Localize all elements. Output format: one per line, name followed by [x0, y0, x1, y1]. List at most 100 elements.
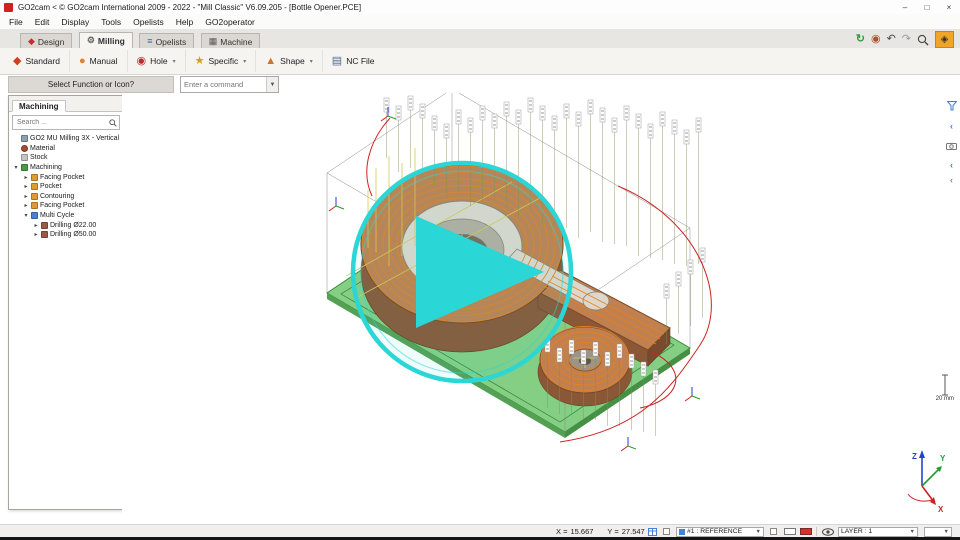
tab-machine[interactable]: ▦ Machine	[201, 33, 261, 49]
layer-label: LAYER : 1	[841, 528, 872, 535]
machining-panel: Machining GO2 MU Milling 3X - Vertical M…	[8, 95, 124, 510]
chevron-left-green-icon[interactable]: ‹	[950, 161, 953, 170]
drilling-icon	[41, 231, 48, 238]
tree-item-label: Multi Cycle	[40, 212, 74, 219]
redo-icon[interactable]: ↷	[902, 34, 911, 45]
tree-item-label: Material	[30, 145, 55, 152]
tree-item-material[interactable]: Material	[9, 144, 123, 154]
tree-item-facing-pocket[interactable]: ▸ Facing Pocket	[9, 172, 123, 182]
maximize-button[interactable]: □	[916, 0, 938, 14]
search-icon	[109, 119, 117, 127]
menu-go2operator[interactable]: GO2operator	[199, 17, 261, 27]
filter-icon[interactable]	[947, 98, 957, 116]
caret-collapsed-icon[interactable]: ▸	[23, 202, 29, 209]
standard-button[interactable]: ◆ Standard	[4, 50, 70, 72]
machining-tree: GO2 MU Milling 3X - Vertical Material St…	[9, 133, 123, 240]
refresh-icon[interactable]: ↻	[856, 34, 865, 45]
caret-collapsed-icon[interactable]: ▸	[23, 183, 29, 190]
camera-icon[interactable]	[946, 137, 957, 155]
reference-dropdown[interactable]: #1 : REFERENCE ▼	[676, 527, 764, 537]
axis-z-label: Z	[912, 452, 917, 461]
viewport-canvas[interactable]	[122, 93, 945, 524]
separator	[816, 527, 817, 536]
tab-opelists[interactable]: ≡ Opelists	[139, 33, 194, 49]
caret-collapsed-icon[interactable]: ▸	[33, 222, 39, 229]
menu-edit[interactable]: Edit	[29, 17, 56, 27]
tab-milling[interactable]: ⚙ Milling	[79, 32, 133, 49]
machining-icon	[21, 164, 28, 171]
zoom-icon[interactable]	[917, 34, 929, 46]
caret-expanded-icon[interactable]: ▾	[13, 164, 19, 171]
tree-item-machine[interactable]: GO2 MU Milling 3X - Vertical	[9, 134, 123, 144]
tree-item-stock[interactable]: Stock	[9, 153, 123, 163]
button-label: NC File	[346, 56, 374, 66]
menu-tools[interactable]: Tools	[95, 17, 127, 27]
tree-item-pocket[interactable]: ▸ Pocket	[9, 182, 123, 192]
menu-opelists[interactable]: Opelists	[127, 17, 170, 27]
tree-item-drilling-22[interactable]: ▸ Drilling Ø22.00	[9, 220, 123, 230]
caret-collapsed-icon[interactable]: ▸	[23, 193, 29, 200]
video-play-overlay[interactable]	[353, 163, 571, 381]
hole-icon: ◉	[137, 56, 147, 67]
menu-help[interactable]: Help	[170, 17, 199, 27]
undo-icon[interactable]: ↶	[887, 34, 896, 45]
tree-item-label: Contouring	[40, 193, 74, 200]
chevron-left-blue-icon[interactable]: ‹	[950, 122, 953, 131]
machine-icon	[21, 135, 28, 142]
chevron-down-icon: ▼	[944, 529, 949, 535]
tree-search-box[interactable]	[12, 115, 120, 130]
chevron-left-gray-icon[interactable]: ‹	[950, 176, 953, 185]
axis-x-label: X	[938, 505, 944, 514]
layer-dropdown[interactable]: LAYER : 1 ▼	[838, 527, 918, 537]
tab-design[interactable]: ◆ Design	[20, 33, 72, 49]
reference-label: #1 : REFERENCE	[687, 528, 742, 535]
command-combobox[interactable]: ▼	[180, 76, 279, 93]
close-button[interactable]: ×	[938, 0, 960, 14]
window-title: GO2cam < © GO2cam International 2009 - 2…	[18, 3, 894, 12]
minimize-button[interactable]: –	[894, 0, 916, 14]
reference-checkbox[interactable]	[663, 528, 670, 535]
command-input[interactable]	[181, 80, 266, 89]
tab-machining-panel[interactable]: Machining	[12, 100, 66, 112]
select-tool-icon[interactable]: ◉	[871, 34, 881, 45]
menu-display[interactable]: Display	[55, 17, 95, 27]
caret-collapsed-icon[interactable]: ▸	[23, 174, 29, 181]
reference-icon	[679, 529, 685, 535]
button-label: Specific	[209, 56, 239, 66]
extra-dropdown[interactable]: ▼	[924, 527, 952, 537]
manual-button[interactable]: ● Manual	[70, 50, 128, 72]
contouring-icon	[31, 193, 38, 200]
active-view-tool-button[interactable]: ◈	[935, 31, 954, 48]
y-label: Y =	[607, 527, 618, 536]
color-swatch-white[interactable]	[784, 528, 796, 535]
manual-icon: ●	[79, 56, 86, 67]
axis-y-label: Y	[940, 454, 946, 463]
hole-button[interactable]: ◉ Hole ▾	[128, 50, 186, 72]
tree-item-label: Drilling Ø22.00	[50, 222, 96, 229]
menu-file[interactable]: File	[3, 17, 29, 27]
command-prompt-label: Select Function or Icon?	[8, 76, 174, 93]
tree-item-multi-cycle[interactable]: ▾ Multi Cycle	[9, 211, 123, 221]
tab-label: Design	[38, 37, 64, 47]
scale-label: 20 mm	[936, 396, 954, 402]
tree-item-contouring[interactable]: ▸ Contouring	[9, 192, 123, 202]
drilling-icon	[41, 222, 48, 229]
color-checkbox[interactable]	[770, 528, 777, 535]
machine-icon: ▦	[209, 37, 218, 46]
tree-item-facing-pocket-2[interactable]: ▸ Facing Pocket	[9, 201, 123, 211]
chevron-down-icon[interactable]: ▼	[266, 77, 278, 92]
chevron-down-icon: ▾	[173, 58, 176, 65]
panel-header: Machining	[9, 96, 123, 112]
tree-item-drilling-50[interactable]: ▸ Drilling Ø50.00	[9, 230, 123, 240]
caret-expanded-icon[interactable]: ▾	[23, 212, 29, 219]
caret-collapsed-icon[interactable]: ▸	[33, 231, 39, 238]
search-input[interactable]	[15, 118, 109, 127]
tree-item-machining[interactable]: ▾ Machining	[9, 163, 123, 173]
nc-file-button[interactable]: ▤ NC File	[323, 50, 384, 72]
color-swatch-red[interactable]	[800, 528, 812, 535]
x-label: X =	[556, 527, 567, 536]
chevron-down-icon: ▾	[243, 58, 246, 65]
shape-button[interactable]: ▲ Shape ▾	[256, 50, 323, 72]
view-tools-row: ↻ ◉ ↶ ↷ ◈	[856, 31, 954, 48]
specific-button[interactable]: ★ Specific ▾	[186, 50, 257, 72]
